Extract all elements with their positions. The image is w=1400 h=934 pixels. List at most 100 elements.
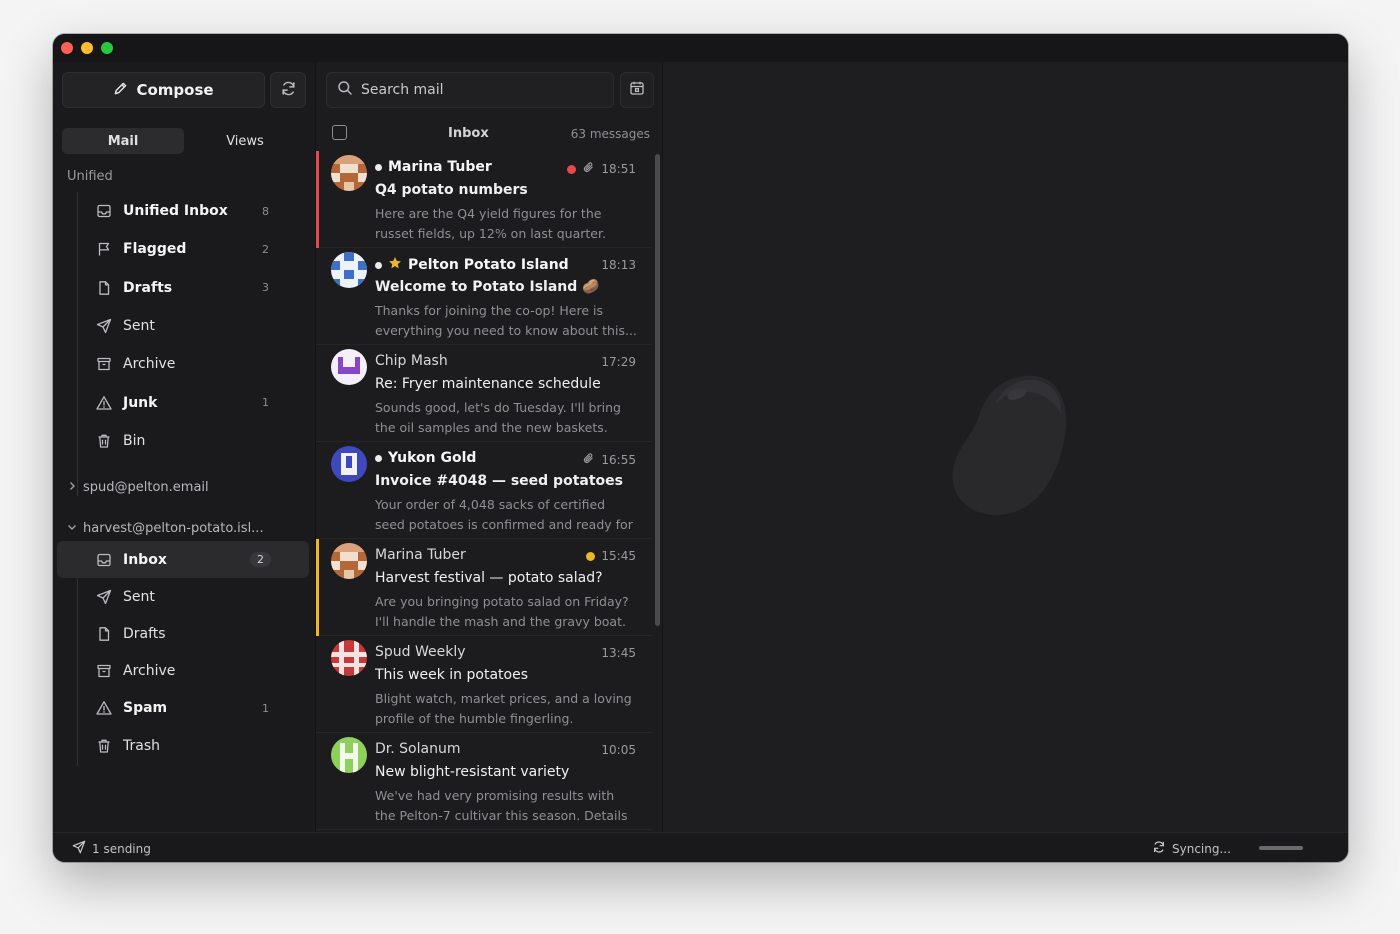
message-preview: Are you bringing potato salad on Friday?…: [375, 594, 629, 629]
message-preview: Blight watch, market prices, and a lovin…: [375, 691, 632, 726]
flag-icon: [95, 240, 113, 258]
unified-folder-list: Unified Inbox 8 Flagged 2 Drafts 3 Sent Archive…: [87, 192, 307, 460]
message-row[interactable]: Marina Tuber 18:51 Q4 potato numbers Here a…: [316, 151, 652, 248]
list-scrollbar[interactable]: [655, 154, 660, 626]
message-time: 16:55: [601, 453, 636, 467]
close-window-button[interactable]: [61, 42, 73, 54]
avatar: [331, 543, 367, 579]
folder-trash[interactable]: Trash: [87, 727, 307, 764]
message-subject: This week in potatoes: [375, 667, 528, 683]
folder-sent[interactable]: Sent: [87, 578, 307, 615]
avatar: [331, 737, 367, 773]
archive-icon: [95, 355, 113, 373]
folder-label: Inbox: [123, 551, 167, 568]
message-preview: Thanks for joining the co-op! Here is ev…: [375, 303, 637, 338]
star-icon[interactable]: [388, 256, 402, 274]
sidebar: Compose Mail Views Unified Unified Inbox…: [53, 62, 315, 832]
sender-name: Marina Tuber: [375, 547, 466, 563]
document-icon: [95, 625, 113, 643]
list-header: Inbox 63 messages: [316, 120, 662, 148]
folder-bin[interactable]: Bin: [87, 422, 307, 460]
harvest-folder-list: Inbox 2 Sent Drafts Archive Spam 1 Trash: [57, 541, 309, 764]
sender-name: Marina Tuber: [375, 159, 492, 175]
message-subject: Q4 potato numbers: [375, 182, 528, 198]
sender-name: Yukon Gold: [375, 450, 476, 466]
mail-window: Compose Mail Views Unified Unified Inbox…: [53, 34, 1348, 862]
folder-junk[interactable]: Junk 1: [87, 383, 307, 421]
message-time: 13:45: [601, 646, 636, 660]
folder-label: Unified Inbox: [123, 203, 228, 220]
folder-archive[interactable]: Archive: [87, 653, 307, 690]
avatar: [331, 640, 367, 676]
messages: Marina Tuber 18:51 Q4 potato numbers Here a…: [316, 151, 652, 830]
avatar: [331, 349, 367, 385]
zoom-window-button[interactable]: [101, 42, 113, 54]
send-icon: [95, 588, 113, 606]
message-row[interactable]: Chip Mash 17:29 Re: Fryer maintenance sche…: [316, 345, 652, 442]
folder-sent[interactable]: Sent: [87, 307, 307, 345]
minimize-window-button[interactable]: [81, 42, 93, 54]
unified-group-label: Unified: [67, 169, 113, 184]
sender-label: Marina Tuber: [388, 159, 492, 175]
message-time: 15:45: [601, 549, 636, 563]
message-list-pane: Search mail Inbox 63 messages Marina Tub…: [315, 62, 663, 832]
unread-count-badge: 8: [262, 204, 269, 218]
message-row[interactable]: Spud Weekly 13:45 This week in potatoes Bli…: [316, 636, 652, 733]
folder-label: Flagged: [123, 241, 187, 258]
message-subject: Invoice #4048 — seed potatoes: [375, 473, 623, 489]
sync-status: Syncing...: [1152, 840, 1231, 857]
sender-name: Dr. Solanum: [375, 741, 460, 757]
folder-archive[interactable]: Archive: [87, 345, 307, 383]
refresh-button[interactable]: [270, 72, 306, 108]
avatar: [331, 446, 367, 482]
account-harvest-label: harvest@pelton-potato.isl...: [83, 521, 264, 536]
unread-dot-icon: [375, 163, 382, 171]
sender-label: Dr. Solanum: [375, 741, 461, 757]
folder-unified-inbox[interactable]: Unified Inbox 8: [87, 192, 307, 230]
select-all-checkbox[interactable]: [332, 125, 347, 140]
avatar: [331, 155, 367, 191]
unread-count-badge: 2: [262, 242, 269, 256]
message-row[interactable]: Marina Tuber 15:45 Harvest festival — pota…: [316, 539, 652, 636]
message-time: 17:29: [601, 355, 636, 369]
list-title: Inbox: [448, 126, 489, 141]
folder-spam[interactable]: Spam 1: [87, 690, 307, 727]
message-preview: Your order of 4,048 sacks of certified s…: [375, 497, 633, 532]
folder-flagged[interactable]: Flagged 2: [87, 230, 307, 268]
folder-label: Archive: [123, 663, 176, 680]
trash-icon: [95, 432, 113, 450]
unread-count-badge: 1: [262, 396, 269, 410]
archive-icon: [95, 662, 113, 680]
message-meta: 18:51: [567, 161, 636, 177]
folder-inbox[interactable]: Inbox 2: [57, 541, 309, 579]
sender-name: Spud Weekly: [375, 644, 466, 660]
tab-mail[interactable]: Mail: [62, 128, 184, 154]
search-input[interactable]: Search mail: [326, 72, 614, 108]
message-row[interactable]: Yukon Gold 16:55 Invoice #4048 — seed pota…: [316, 442, 652, 539]
message-subject: Harvest festival — potato salad?: [375, 570, 603, 586]
send-icon: [72, 840, 86, 857]
inbox-icon: [95, 551, 113, 569]
message-row[interactable]: Pelton Potato Island 18:13 Welcome to Pota…: [316, 248, 652, 345]
title-bar: [53, 34, 1348, 62]
chevron-down-icon: [67, 521, 77, 536]
tab-views[interactable]: Views: [184, 128, 306, 154]
account-spud[interactable]: spud@pelton.email: [67, 480, 209, 495]
compose-button[interactable]: Compose: [62, 72, 265, 108]
color-flag-icon: [567, 164, 577, 174]
message-row[interactable]: Dr. Solanum 10:05 New blight-resistant var…: [316, 733, 652, 830]
color-flag-icon: [586, 551, 596, 561]
pencil-icon: [113, 81, 128, 100]
message-subject: Welcome to Potato Island 🥔: [375, 279, 600, 295]
reading-pane: [663, 62, 1348, 832]
avatar: [331, 252, 367, 288]
calendar-button[interactable]: [620, 72, 654, 108]
folder-drafts[interactable]: Drafts: [87, 615, 307, 652]
message-subject: New blight-resistant variety: [375, 764, 570, 780]
message-subject: Re: Fryer maintenance schedule: [375, 376, 601, 392]
account-harvest[interactable]: harvest@pelton-potato.isl...: [67, 521, 264, 536]
message-preview: Here are the Q4 yield figures for the ru…: [375, 206, 606, 241]
message-time: 10:05: [601, 743, 636, 757]
compose-label: Compose: [136, 81, 214, 99]
folder-drafts[interactable]: Drafts 3: [87, 269, 307, 307]
